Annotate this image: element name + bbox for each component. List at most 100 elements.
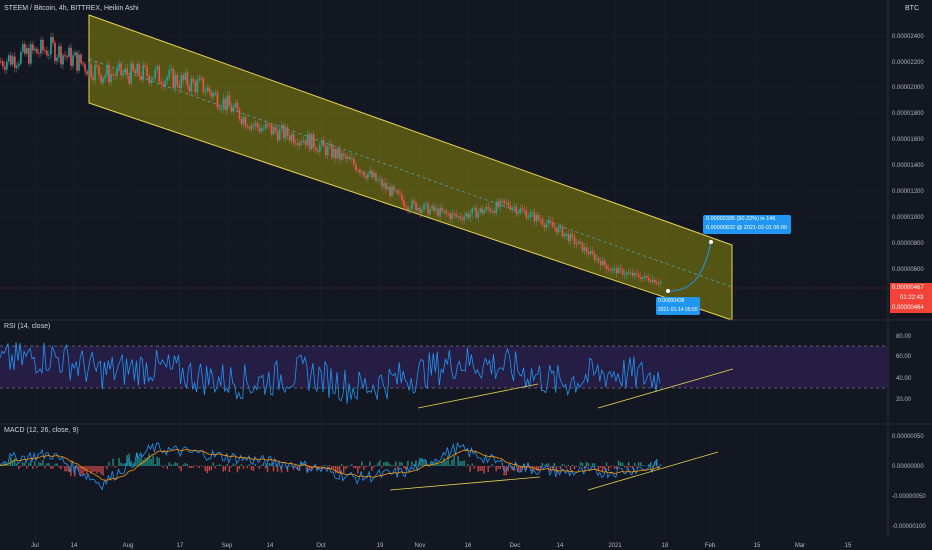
candle (477, 212, 480, 218)
macd-histogram-bar (403, 466, 405, 469)
candle (601, 260, 604, 266)
macd-histogram-bar (184, 462, 186, 466)
low-label-line2: 2021-01-14 05:00 (658, 306, 698, 313)
candle (60, 46, 62, 65)
macd-histogram-bar (393, 465, 395, 466)
candle (26, 47, 28, 54)
candle (491, 210, 494, 212)
candle (318, 145, 321, 152)
macd-tick-label: -0.00000100 (892, 524, 926, 530)
candle (643, 276, 646, 278)
candle (483, 210, 486, 214)
candle (202, 78, 205, 93)
candle (421, 209, 423, 213)
candle (523, 209, 526, 211)
macd-histogram-bar (172, 464, 174, 466)
candle (505, 202, 508, 204)
time-tick-label: Jul (31, 543, 39, 549)
candle (385, 183, 387, 190)
candle (84, 64, 86, 72)
macd-histogram-bar (8, 465, 10, 466)
candle (393, 186, 395, 191)
candle (489, 208, 492, 212)
candle (152, 77, 155, 80)
macd-histogram-bar (224, 466, 227, 471)
candle (439, 207, 441, 217)
candle (314, 147, 317, 151)
candle (541, 221, 544, 226)
macd-histogram-bar (351, 464, 353, 466)
projection-start-point[interactable] (666, 289, 670, 293)
candle (170, 69, 173, 71)
macd-histogram-bar (242, 466, 245, 469)
candle (545, 223, 548, 228)
candle (621, 269, 624, 275)
time-tick-label: Nov (415, 543, 426, 549)
candle (268, 125, 271, 127)
macd-histogram-bar (106, 466, 108, 470)
macd-histogram-bar (88, 466, 90, 470)
price-tick-label: 0.00000800 (892, 241, 924, 247)
candle (553, 226, 556, 228)
macd-histogram-bar (230, 466, 233, 468)
macd-histogram-bar (477, 466, 479, 472)
macd-histogram-bar (24, 462, 26, 466)
macd-histogram-bar (419, 457, 421, 466)
macd-histogram-bar (339, 466, 341, 473)
macd-histogram-bar (166, 466, 168, 470)
candle (138, 63, 141, 77)
candle (304, 140, 307, 146)
candle (353, 158, 355, 165)
candle (22, 44, 24, 52)
macd-histogram-bar (18, 466, 20, 470)
candle (579, 241, 582, 243)
candle (409, 209, 411, 211)
macd-histogram-bar (112, 458, 114, 466)
macd-histogram-bar (222, 466, 225, 472)
macd-histogram-bar (623, 466, 626, 468)
macd-histogram-bar (54, 463, 56, 466)
projection-label[interactable]: 0.00000395 (90.22%) in 146 0.00000832 @ … (703, 215, 791, 234)
macd-histogram-bar (118, 457, 120, 466)
candle (499, 200, 502, 207)
candle (335, 148, 337, 159)
macd-histogram-bar (114, 466, 116, 468)
projection-end-point[interactable] (709, 240, 713, 244)
candle (493, 210, 496, 213)
chart-title: STEEM / Bitcoin, 4h, BITTREX, Heikin Ash… (4, 5, 139, 12)
candle (525, 210, 528, 219)
macd-histogram-bar (433, 464, 435, 466)
candle (132, 63, 135, 71)
macd-histogram-bar (567, 465, 570, 466)
price-tick-label: 0.00002200 (892, 60, 924, 66)
macd-histogram-bar (66, 466, 68, 472)
candle (284, 127, 287, 139)
macd-histogram-bar (198, 466, 201, 469)
candle (563, 233, 566, 237)
candle (54, 42, 56, 62)
candle (262, 128, 265, 130)
candle (365, 175, 367, 179)
macd-histogram-bar (423, 459, 425, 466)
candle (50, 36, 52, 55)
macd-histogram-bar (375, 465, 377, 466)
candle (453, 213, 455, 215)
candle (96, 64, 98, 67)
candle (623, 274, 626, 276)
candle (12, 56, 14, 65)
macd-histogram-bar (455, 465, 457, 467)
low-label[interactable]: 0.00000438 2021-01-14 05:00 (656, 297, 700, 315)
candle (435, 208, 437, 211)
candle (631, 272, 634, 276)
candle (240, 119, 243, 125)
candle (561, 226, 564, 237)
price-tick-label: 0.00000600 (892, 267, 924, 273)
rsi-tick-label: 80.00 (896, 334, 912, 340)
macd-histogram-bar (220, 464, 223, 466)
macd-histogram-bar (194, 465, 196, 466)
candle (46, 50, 48, 56)
candle (192, 78, 195, 82)
macd-histogram-bar (357, 466, 359, 474)
candle (363, 171, 365, 176)
candle (94, 64, 96, 81)
